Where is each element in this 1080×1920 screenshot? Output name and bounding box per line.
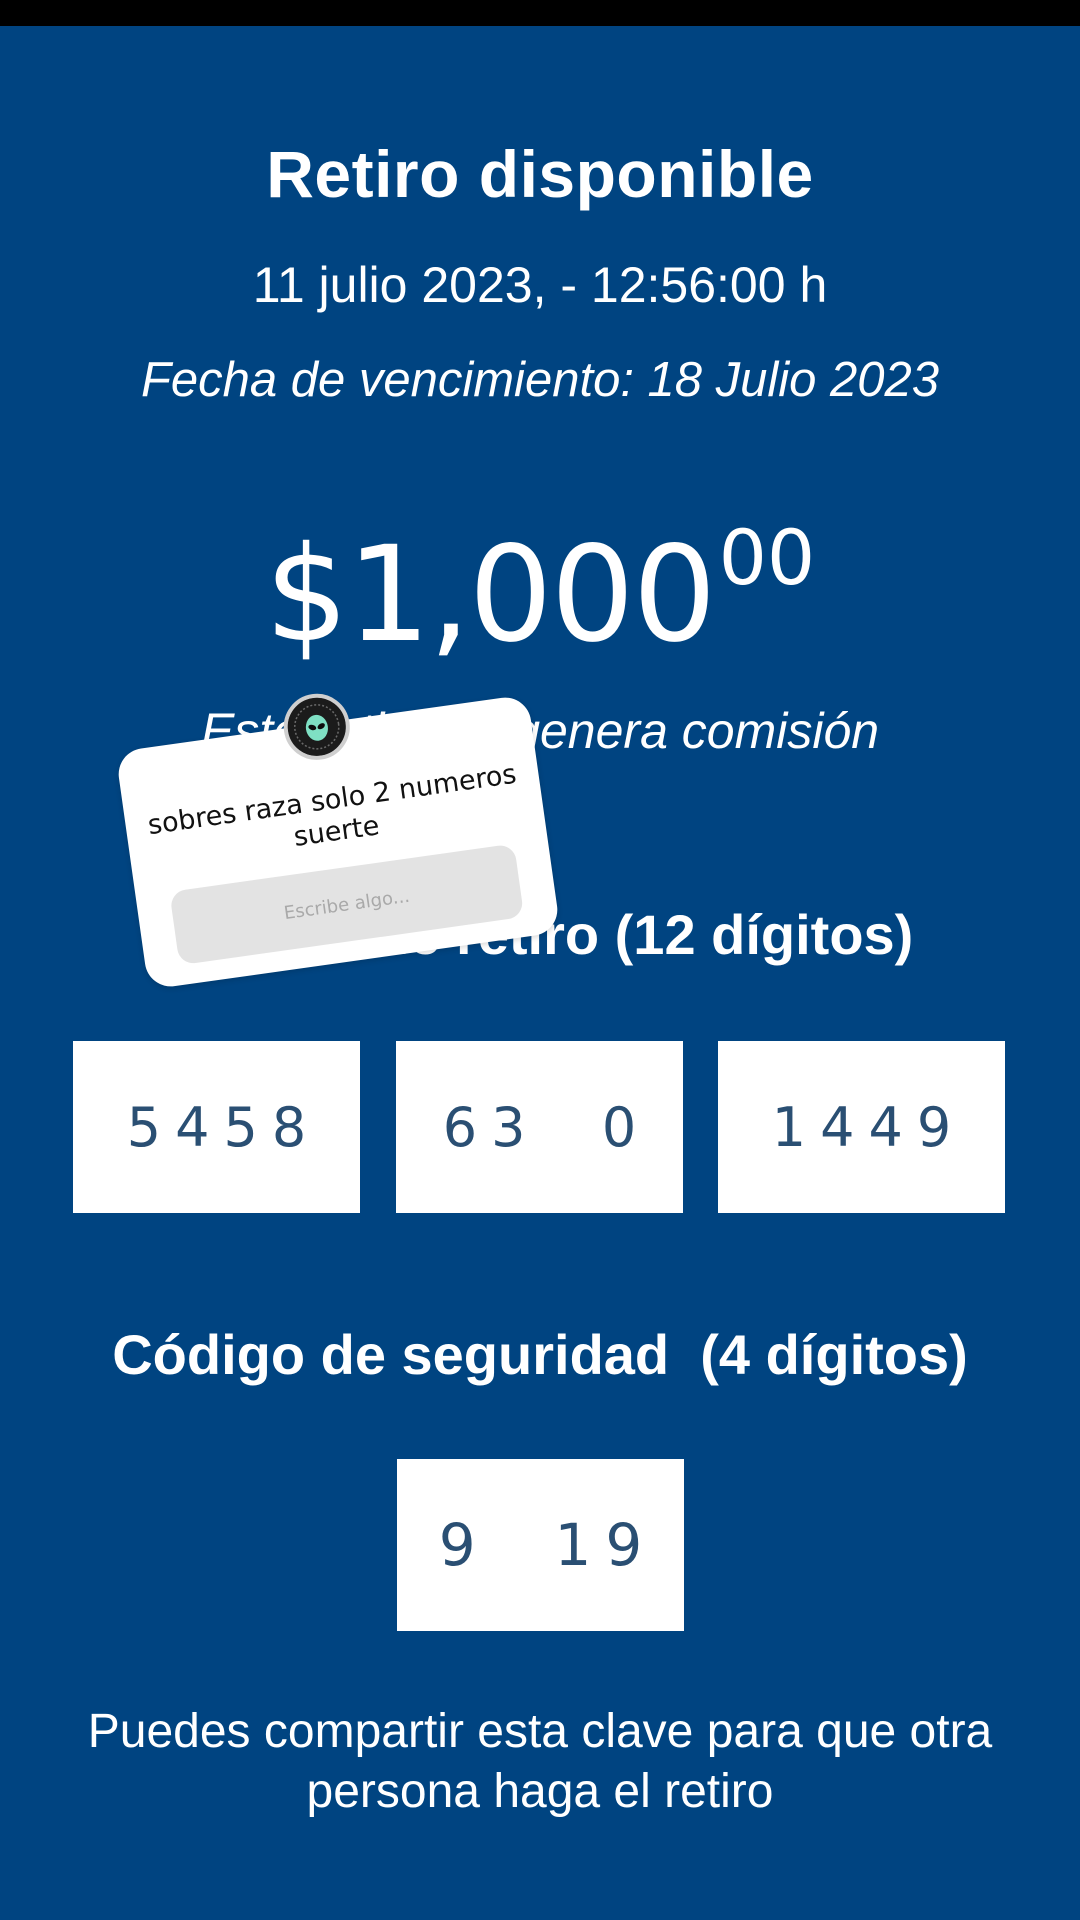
status-bar: [0, 0, 1080, 26]
share-note: Puedes compartir esta clave para que otr…: [87, 1705, 993, 1818]
amount-main: $1,000: [264, 518, 717, 672]
withdrawal-datetime: 11 julio 2023, - 12:56:00 h: [252, 257, 828, 313]
withdraw-code-group-1: 5458: [73, 1041, 360, 1213]
withdrawal-amount: $1,00000: [0, 520, 1080, 662]
withdraw-code-group-2: 63 0: [396, 1041, 683, 1213]
security-code-label: Código de seguridad (4 dígitos): [112, 1323, 968, 1386]
security-code-box: 9 19: [397, 1459, 684, 1631]
withdraw-code-group-3: 1449: [718, 1041, 1005, 1213]
expiry-date: Fecha de vencimiento: 18 Julio 2023: [140, 353, 940, 407]
page-title: Retiro disponible: [266, 137, 814, 211]
alien-avatar-icon: [279, 689, 355, 765]
amount-cents: 00: [718, 513, 816, 602]
